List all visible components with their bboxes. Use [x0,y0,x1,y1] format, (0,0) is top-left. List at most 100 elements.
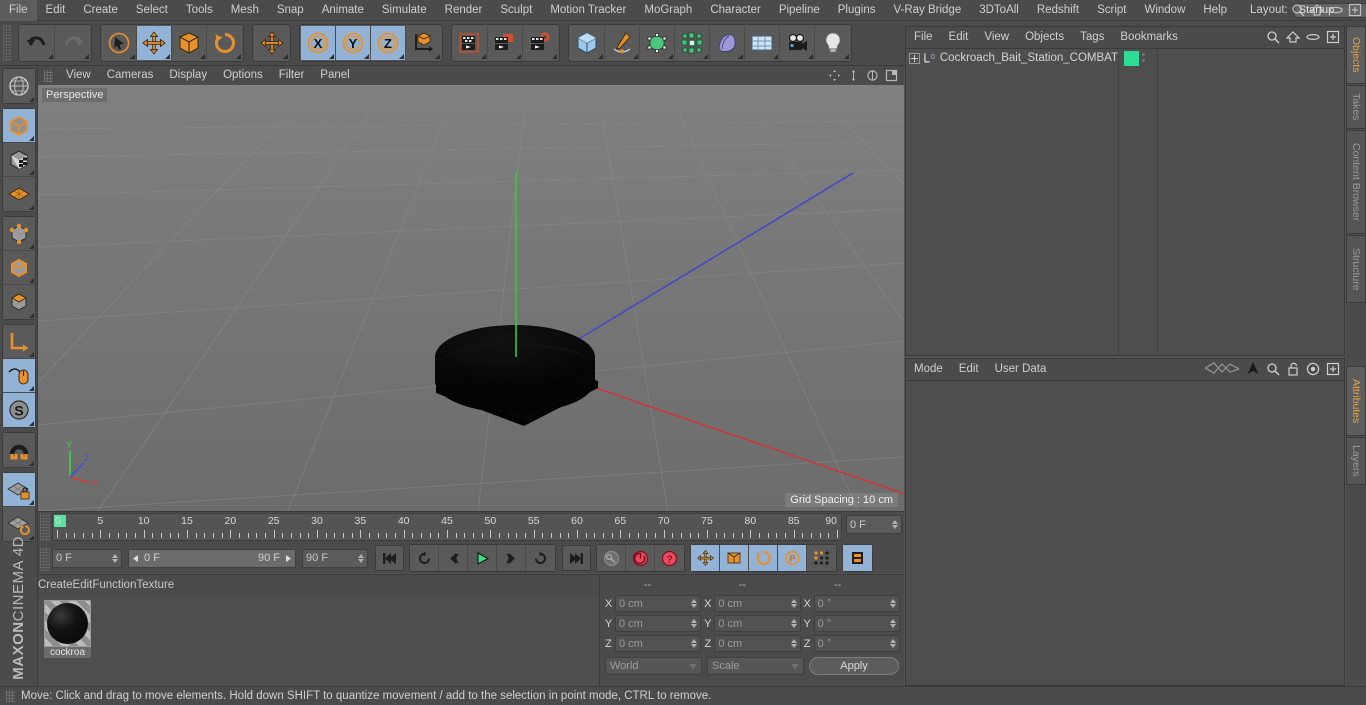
spinner-icon[interactable] [691,639,698,648]
range-right-arrow-icon[interactable] [284,554,293,563]
add-camera-button[interactable] [780,26,815,60]
enable-snapping-button[interactable]: S [2,393,35,427]
object-manager-menu-objects[interactable]: Objects [1017,27,1072,48]
world-object-coordinates[interactable] [406,26,441,60]
add-deformer-button[interactable] [675,26,710,60]
object-axis-mode-button[interactable] [2,325,35,359]
texture-mode-button[interactable] [2,143,35,177]
spinner-icon[interactable] [889,639,896,648]
timeline-grip[interactable] [40,513,50,541]
spinner-icon[interactable] [790,619,797,628]
rotation-field[interactable]: 0 ° [813,635,900,652]
object-tags-column[interactable] [1159,49,1344,355]
menu-render[interactable]: Render [436,0,492,21]
object-manager-menu-tags[interactable]: Tags [1072,27,1112,48]
material-manager-body[interactable]: cockroa [38,594,599,686]
new-tab-icon[interactable] [1326,362,1340,376]
position-field[interactable]: 0 cm [615,595,702,612]
viewport-menu-view[interactable]: View [58,66,99,85]
viewport-zoom-icon[interactable] [847,69,860,82]
menu-mograph[interactable]: MoGraph [635,0,701,21]
spinner-icon[interactable] [790,639,797,648]
range-left-arrow-icon[interactable] [131,554,140,563]
current-frame-input[interactable]: 0 F [52,548,122,568]
right-tab-objects[interactable]: Objects [1346,26,1366,84]
add-cube-button[interactable] [570,26,605,60]
home-icon[interactable] [1286,30,1300,44]
menu-animate[interactable]: Animate [313,0,373,21]
right-tab-layers[interactable]: Layers [1346,437,1366,485]
menu-file[interactable]: File [0,0,37,21]
spinner-icon[interactable] [691,619,698,628]
keyframe-selection-button[interactable]: ? [655,545,684,571]
key-position-button[interactable] [691,545,720,571]
add-environment-button[interactable] [745,26,780,60]
new-tab-icon[interactable] [1348,3,1362,17]
render-settings-button[interactable] [523,26,558,60]
spinner-icon[interactable] [889,619,896,628]
attribute-manager-menu-mode[interactable]: Mode [906,359,951,380]
render-view-button[interactable] [453,26,488,60]
apply-button[interactable]: Apply [809,657,899,675]
size-field[interactable]: 0 cm [714,615,801,632]
scale-tool[interactable] [172,26,207,60]
object-manager-menu-view[interactable]: View [976,27,1017,48]
search-icon[interactable] [1266,362,1280,376]
arrow-up-icon[interactable] [1246,361,1260,376]
autokeying-button[interactable] [626,545,655,571]
play-forward-loop-button[interactable] [526,545,555,571]
viewport-menu-cameras[interactable]: Cameras [99,66,162,85]
search-icon[interactable] [1266,30,1280,44]
menu-3dtoall[interactable]: 3DToAll [970,0,1028,21]
spinner-icon[interactable] [892,520,898,529]
menu-v-ray-bridge[interactable]: V-Ray Bridge [884,0,970,21]
material-menu-texture[interactable]: Texture [136,579,174,591]
add-light-button[interactable] [815,26,850,60]
add-generator-button[interactable] [640,26,675,60]
step-forward-button[interactable] [497,545,526,571]
spinner-icon[interactable] [790,599,797,608]
target-icon[interactable] [1306,362,1320,376]
menu-select[interactable]: Select [127,0,177,21]
viewport-menu-filter[interactable]: Filter [271,66,313,85]
magnet-tool-button[interactable] [2,433,35,467]
frame-field-right[interactable]: 0 F [846,515,902,534]
position-field[interactable]: 0 cm [615,615,702,632]
menu-sculpt[interactable]: Sculpt [491,0,541,21]
attribute-manager-menu-user-data[interactable]: User Data [987,359,1055,380]
viewport-maximize-icon[interactable] [885,69,898,82]
ellipse-icon[interactable] [1306,30,1320,44]
material-chip[interactable]: cockroa [44,600,91,658]
spinner-icon[interactable] [889,599,896,608]
model-mode-button[interactable] [2,109,35,143]
spinner-icon[interactable] [112,553,118,563]
object-manager-menu-bookmarks[interactable]: Bookmarks [1112,27,1186,48]
timeline-ruler[interactable]: 0 5 10 15 20 25 30 35 40 45 50 55 60 65 70 75 80 85 90 [52,513,842,541]
attribute-manager-body[interactable] [906,380,1344,685]
rotate-tool[interactable] [207,26,242,60]
key-point-level-button[interactable] [807,545,836,571]
lock-y-axis[interactable]: Y [336,26,371,60]
toolbar-grip[interactable] [3,24,12,62]
timeline-controls-grip[interactable] [40,547,50,571]
size-field[interactable]: 0 cm [714,595,801,612]
rotation-field[interactable]: 0 ° [813,595,900,612]
rotation-field[interactable]: 0 ° [813,615,900,632]
workplane-mode-button[interactable] [2,177,35,211]
live-selection-tool[interactable] [102,26,137,60]
menu-motion-tracker[interactable]: Motion Tracker [541,0,635,21]
lock-workplane-button[interactable] [2,473,35,507]
material-menu-create[interactable]: Create [38,579,73,591]
object-manager-menu-edit[interactable]: Edit [941,27,977,48]
add-spline-button[interactable] [605,26,640,60]
status-bar-grip[interactable] [6,690,15,702]
undo-button[interactable] [20,26,55,60]
object-manager-body[interactable]: 0 Cockroach_Bait_Station_COMBAT [906,48,1344,355]
viewport-solo-button[interactable] [2,359,35,393]
menu-mesh[interactable]: Mesh [222,0,268,21]
key-scale-button[interactable] [720,545,749,571]
world-move-tool[interactable] [254,26,289,60]
timeline-filmstrip-button[interactable] [843,545,872,571]
menu-pipeline[interactable]: Pipeline [770,0,829,21]
add-scene-object-button[interactable] [710,26,745,60]
